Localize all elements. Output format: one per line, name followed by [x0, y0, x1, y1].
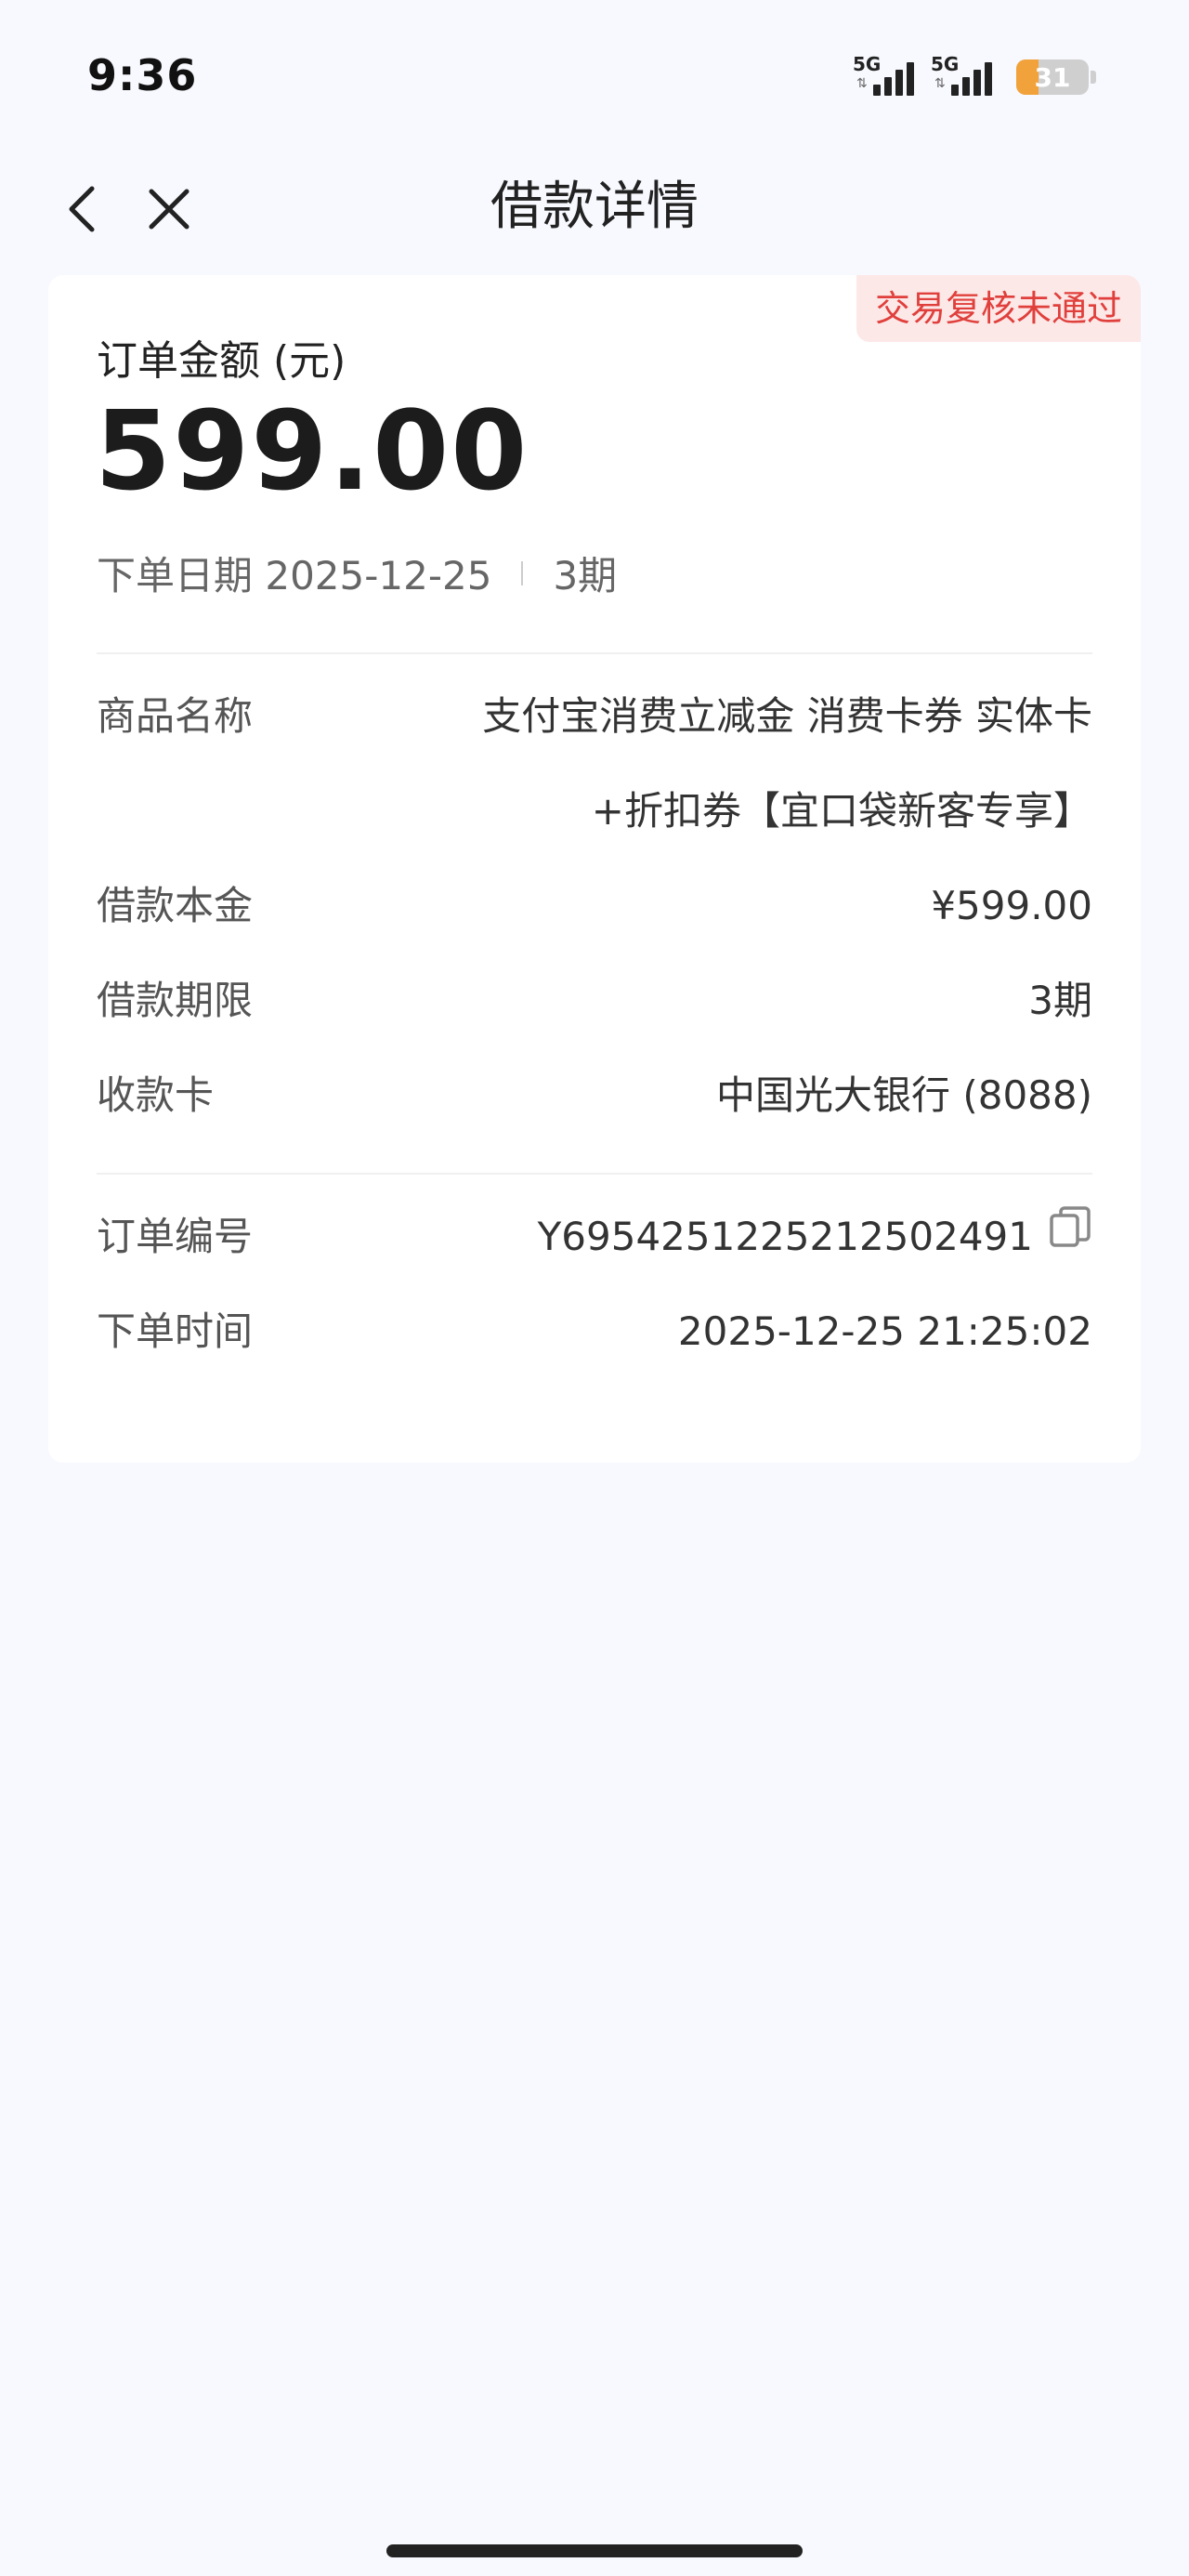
detail-row-term: 借款期限 3期 — [97, 953, 1092, 1048]
signal-icon: 5G ⇅ — [853, 55, 920, 99]
meta-separator — [521, 560, 524, 585]
home-indicator[interactable] — [386, 2544, 803, 2557]
nav-bar: 借款详情 — [0, 149, 1189, 269]
meta-row-order-number: 订单编号 Y695425122521250249​1 — [97, 1189, 1092, 1284]
detail-row-principal: 借款本金 ¥599.00 — [97, 859, 1092, 953]
copy-icon — [1050, 1205, 1091, 1247]
signal-icon: 5G ⇅ — [931, 55, 998, 99]
detail-row-card: 收款卡 中国光大银行 (8088) — [97, 1048, 1092, 1143]
order-card: 交易复核未通过 订单金额 (元) 599.00 下单日期 2025-12-25 … — [48, 275, 1141, 1463]
order-number-value: Y695425122521250249​1 — [538, 1189, 1092, 1284]
copy-button[interactable] — [1048, 1189, 1092, 1283]
status-icons: 5G ⇅ 5G ⇅ 31 — [853, 54, 1096, 100]
order-time-value: 2025-12-25 21:25:02 — [677, 1308, 1092, 1354]
page-title: 借款详情 — [490, 177, 699, 237]
detail-key: 借款本金 — [97, 883, 254, 928]
divider — [97, 1173, 1092, 1175]
divider — [97, 652, 1092, 654]
term-value: 3期 — [1028, 978, 1092, 1023]
detail-key: 商品名称 — [97, 693, 254, 739]
product-name: 支付宝消费立减金 消费卡券 实体卡+折扣券【宜口袋新客专享】 — [482, 693, 1092, 834]
detail-key: 收款卡 — [97, 1072, 215, 1118]
order-number-text: Y695425122521250249​1 — [537, 1214, 1033, 1259]
order-meta: 下单日期 2025-12-25 3期 — [97, 545, 617, 601]
order-date: 下单日期 2025-12-25 — [97, 553, 492, 598]
battery-icon: 31 — [1016, 59, 1089, 95]
order-installments: 3期 — [553, 553, 618, 598]
detail-key: 借款期限 — [97, 978, 254, 1023]
meta-key: 订单编号 — [97, 1214, 254, 1259]
status-bar: 9:36 5G ⇅ 5G ⇅ 31 — [0, 0, 1189, 149]
status-time: 9:36 — [87, 50, 198, 100]
battery-level: 31 — [1034, 61, 1071, 93]
amount-value: 599.00 — [95, 387, 529, 515]
data-arrows-icon: ⇅ — [856, 76, 868, 91]
data-arrows-icon: ⇅ — [934, 76, 946, 91]
meta-key: 下单时间 — [97, 1308, 254, 1354]
detail-row-product: 商品名称 支付宝消费立减金 消费卡券 实体卡+折扣券【宜口袋新客专享】 — [97, 669, 1092, 859]
meta-row-order-time: 下单时间 2025-12-25 21:25:02 — [97, 1284, 1092, 1379]
status-badge: 交易复核未通过 — [856, 275, 1141, 342]
amount-label: 订单金额 (元) — [97, 337, 346, 385]
bank-card-value: 中国光大银行 (8088) — [715, 1072, 1092, 1118]
principal-value: ¥599.00 — [931, 883, 1092, 928]
